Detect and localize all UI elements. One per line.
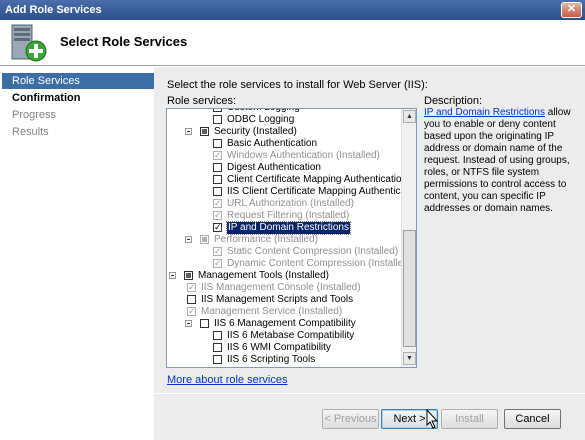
nav-item-progress: Progress bbox=[12, 109, 57, 121]
divider bbox=[154, 393, 585, 394]
instruction-text: Select the role services to install for … bbox=[167, 79, 428, 91]
tree-row[interactable]: ODBC Logging bbox=[167, 114, 401, 126]
tree-item-label: IIS Management Scripts and Tools bbox=[201, 294, 354, 305]
checkbox[interactable] bbox=[213, 355, 222, 364]
tree-item-label: ODBC Logging bbox=[227, 114, 295, 125]
description-link[interactable]: IP and Domain Restrictions bbox=[424, 107, 545, 118]
description-body: allow you to enable or deny content base… bbox=[424, 107, 571, 214]
tree-row[interactable]: IIS Client Certificate Mapping Authentic… bbox=[167, 186, 416, 198]
tree-row[interactable]: Request Filtering (Installed) bbox=[167, 209, 401, 222]
checkbox[interactable] bbox=[213, 163, 222, 172]
content-pane: Select the role services to install for … bbox=[154, 67, 585, 440]
header-banner: Select Role Services bbox=[0, 20, 585, 66]
tree-row[interactable]: URL Authorization (Installed) bbox=[167, 197, 401, 210]
tree-item-label: Management Service (Installed) bbox=[201, 306, 343, 317]
checkbox[interactable] bbox=[213, 209, 222, 221]
description-text: IP and Domain Restrictions allow you to … bbox=[424, 107, 574, 215]
collapse-icon[interactable] bbox=[185, 128, 192, 135]
tree-item-label: Windows Authentication (Installed) bbox=[227, 150, 380, 161]
tree-item-label: IP and Domain Restrictions bbox=[226, 221, 351, 235]
window-title: Add Role Services bbox=[5, 4, 102, 16]
tree-item-label: IIS 6 Scripting Tools bbox=[227, 354, 316, 365]
checkbox[interactable] bbox=[200, 127, 209, 136]
tree-row[interactable]: Security (Installed) bbox=[167, 126, 401, 138]
wizard-nav: Role Services Confirmation Progress Resu… bbox=[0, 67, 154, 440]
checkbox[interactable] bbox=[213, 109, 222, 112]
tree-row[interactable]: Management Tools (Installed) bbox=[167, 270, 401, 282]
tree-item-label: URL Authorization (Installed) bbox=[227, 198, 354, 209]
tree-item-label: Management Tools (Installed) bbox=[198, 270, 329, 281]
tree-row[interactable]: IIS 6 Management Compatibility bbox=[167, 318, 401, 330]
scroll-down-icon[interactable]: ▼ bbox=[403, 352, 416, 365]
install-button[interactable]: Install bbox=[441, 409, 498, 429]
checkbox[interactable] bbox=[213, 139, 222, 148]
mouse-cursor-icon bbox=[426, 409, 438, 429]
collapse-icon[interactable] bbox=[185, 236, 192, 243]
description-heading: Description: bbox=[424, 95, 483, 107]
checkbox[interactable] bbox=[213, 257, 222, 269]
tree-item-label: Request Filtering (Installed) bbox=[227, 210, 350, 221]
tree-item-label: Basic Authentication bbox=[227, 138, 318, 149]
tree-item-label: Static Content Compression (Installed) bbox=[227, 246, 399, 257]
checkbox[interactable] bbox=[213, 197, 222, 209]
checkbox[interactable] bbox=[213, 221, 222, 233]
previous-button[interactable]: < Previous bbox=[322, 409, 379, 429]
tree-row[interactable]: IP and Domain Restrictions bbox=[167, 221, 401, 235]
scrollbar-thumb[interactable] bbox=[403, 230, 416, 347]
checkbox[interactable] bbox=[213, 149, 222, 161]
more-about-role-services-link[interactable]: More about role services bbox=[167, 374, 287, 386]
checkbox[interactable] bbox=[213, 175, 222, 184]
tree-row[interactable]: IIS Management Console (Installed) bbox=[167, 281, 401, 294]
checkbox[interactable] bbox=[213, 343, 222, 352]
checkbox[interactable] bbox=[187, 305, 196, 317]
nav-item-confirmation[interactable]: Confirmation bbox=[0, 90, 154, 106]
tree-item-label: IIS Client Certificate Mapping Authentic… bbox=[227, 186, 417, 197]
nav-item-role-services[interactable]: Role Services bbox=[2, 73, 154, 89]
vertical-scrollbar[interactable]: ▲ ▼ bbox=[401, 109, 416, 367]
collapse-icon[interactable] bbox=[185, 320, 192, 327]
checkbox[interactable] bbox=[213, 245, 222, 257]
role-services-label: Role services: bbox=[167, 95, 237, 107]
tree-row[interactable]: IIS 6 Metabase Compatibility bbox=[167, 330, 401, 342]
collapse-icon[interactable] bbox=[169, 272, 176, 279]
role-services-tree[interactable]: Custom LoggingODBC LoggingSecurity (Inst… bbox=[166, 108, 417, 368]
tree-item-label: IIS 6 Management Compatibility bbox=[214, 318, 356, 329]
tree-row[interactable]: IIS 6 WMI Compatibility bbox=[167, 342, 401, 354]
checkbox[interactable] bbox=[200, 319, 209, 328]
checkbox[interactable] bbox=[213, 187, 222, 196]
scroll-up-icon[interactable]: ▲ bbox=[403, 110, 416, 123]
tree-item-label: Client Certificate Mapping Authenticatio… bbox=[227, 174, 408, 185]
tree-row[interactable]: Performance (Installed) bbox=[167, 234, 401, 246]
tree-item-label: Security (Installed) bbox=[214, 126, 297, 137]
tree-list: Custom LoggingODBC LoggingSecurity (Inst… bbox=[167, 109, 416, 366]
checkbox[interactable] bbox=[187, 295, 196, 304]
tree-item-label: Performance (Installed) bbox=[214, 234, 318, 245]
tree-row[interactable]: Basic Authentication bbox=[167, 138, 401, 150]
checkbox[interactable] bbox=[184, 271, 193, 280]
nav-item-results: Results bbox=[12, 126, 49, 138]
checkbox[interactable] bbox=[200, 235, 209, 244]
tree-row[interactable]: IIS 6 Scripting Tools bbox=[167, 354, 401, 366]
checkbox[interactable] bbox=[213, 115, 222, 124]
window-title-bar: Add Role Services ✕ bbox=[0, 0, 585, 20]
tree-item-label: IIS 6 Metabase Compatibility bbox=[227, 330, 355, 341]
checkbox[interactable] bbox=[187, 281, 196, 293]
tree-row[interactable]: Dynamic Content Compression (Installed) bbox=[167, 257, 412, 270]
tree-row[interactable]: Digest Authentication bbox=[167, 162, 401, 174]
tree-item-label: Digest Authentication bbox=[227, 162, 321, 173]
server-add-icon bbox=[11, 24, 47, 62]
tree-row[interactable]: Client Certificate Mapping Authenticatio… bbox=[167, 174, 407, 186]
cancel-button[interactable]: Cancel bbox=[504, 409, 561, 429]
tree-row[interactable]: IIS Management Scripts and Tools bbox=[167, 294, 401, 306]
tree-item-label: Dynamic Content Compression (Installed) bbox=[227, 258, 413, 269]
tree-row[interactable]: Static Content Compression (Installed) bbox=[167, 245, 401, 258]
page-title: Select Role Services bbox=[60, 34, 188, 49]
close-icon[interactable]: ✕ bbox=[561, 2, 582, 18]
tree-row[interactable]: Windows Authentication (Installed) bbox=[167, 149, 401, 162]
checkbox[interactable] bbox=[213, 331, 222, 340]
tree-item-label: IIS 6 WMI Compatibility bbox=[227, 342, 331, 353]
tree-row[interactable]: Management Service (Installed) bbox=[167, 305, 401, 318]
tree-item-label: IIS Management Console (Installed) bbox=[201, 282, 361, 293]
